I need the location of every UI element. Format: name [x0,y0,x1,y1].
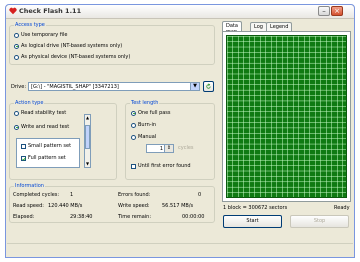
radio-temp-file[interactable]: Use temporary file [14,32,67,38]
scroll-up-icon[interactable]: ▲ [85,115,90,121]
info-label: Time remain: [118,214,152,220]
pattern-small[interactable]: Small pattern set [21,143,71,149]
pattern-label: Full pattern set [28,155,66,161]
action-type-group: Action type Read stability test Write an… [9,100,117,180]
tab-log[interactable]: Log [250,22,267,31]
radio-indicator[interactable] [131,110,136,116]
access-type-group: Access type Use temporary file As logica… [9,22,215,65]
action-type-legend: Action type [14,100,45,106]
refresh-button[interactable] [203,81,214,92]
radio-label: Use temporary file [21,32,68,38]
radio-logical-drive[interactable]: As logical drive (NT-based systems only) [14,43,122,49]
window-title: Check Flash 1.11 [19,7,82,15]
info-label: Completed cycles: [13,192,60,198]
info-label: Errors found: [118,192,151,198]
drive-select[interactable]: [G:\] - "MAGISTIL_SHAP" [3347213] ▼ [28,82,200,91]
radio-read-stability[interactable]: Read stability test [14,110,66,116]
checkbox-label: Until first error found [138,163,191,169]
access-type-legend: Access type [14,22,46,28]
pattern-full[interactable]: Full pattern set [21,155,66,161]
checkbox-until-error[interactable]: Until first error found [131,163,191,169]
tab-data-map[interactable]: Data map [222,21,242,35]
radio-indicator[interactable] [14,110,19,116]
radio-write-read[interactable]: Write and read test [14,124,69,130]
chevron-down-icon[interactable]: ▼ [190,83,199,90]
test-length-group: Test length One full pass Burn-in Manual… [125,100,215,180]
radio-burn-in[interactable]: Burn-in [131,122,156,128]
checkbox-indicator[interactable] [21,155,26,161]
radio-label: Read stability test [21,110,67,116]
pattern-label: Small pattern set [28,143,72,149]
radio-label: Burn-in [138,122,157,128]
block-size-status: 1 block = 300672 sectors [223,205,288,211]
info-value: 1 [70,192,74,198]
radio-indicator[interactable] [14,43,19,49]
cycles-stepper[interactable]: 1 ⇕ [146,144,174,153]
stepper-arrows-icon[interactable]: ⇕ [164,145,173,152]
radio-indicator[interactable] [14,54,19,60]
refresh-icon [206,83,211,89]
close-button[interactable]: × [331,6,343,16]
drive-value: [G:\] - "MAGISTIL_SHAP" [3347213] [31,84,119,90]
scrollbar[interactable]: ▲ ▼ [84,114,91,168]
cycles-unit-label: cycles [178,145,194,151]
drive-label: Drive: [11,84,27,90]
scroll-down-icon[interactable]: ▼ [85,161,90,167]
checkbox-indicator[interactable] [131,163,136,169]
stop-button[interactable]: Stop [290,215,349,228]
data-map-grid [226,35,347,198]
radio-label: As physical device (NT-based systems onl… [21,54,131,60]
radio-full-pass[interactable]: One full pass [131,110,171,116]
radio-indicator[interactable] [14,124,19,130]
radio-physical-device[interactable]: As physical device (NT-based systems onl… [14,54,130,60]
checkbox-indicator[interactable] [21,143,26,149]
pattern-list[interactable]: Small pattern set Full pattern set [16,138,80,168]
radio-label: One full pass [138,110,171,116]
information-group: Information Completed cycles: 1 Errors f… [9,183,215,223]
title-bar: Check Flash 1.11 – × [6,5,354,19]
radio-manual[interactable]: Manual [131,134,156,140]
info-label: Read speed: [13,203,44,209]
minimize-button[interactable]: – [318,6,330,16]
data-map-panel [222,31,351,202]
start-button[interactable]: Start [223,215,282,228]
tab-legend[interactable]: Legend [266,22,293,31]
info-value: 120.440 MB/s [48,203,83,209]
radio-label: As logical drive (NT-based systems only) [21,43,123,49]
test-length-legend: Test length [130,100,160,106]
check-icon [22,157,26,161]
info-value: 29:38:40 [70,214,93,220]
info-value: 00:00:00 [182,214,205,220]
status-bar [7,243,353,258]
radio-indicator[interactable] [131,134,136,140]
info-label: Write speed: [118,203,150,209]
main-window: Check Flash 1.11 – × Access type Use tem… [5,4,355,258]
scroll-thumb[interactable] [85,125,90,149]
cycles-value: 1 [159,146,163,152]
radio-label: Manual [138,134,157,140]
radio-label: Write and read test [21,124,70,130]
info-value: 0 [198,192,202,198]
radio-indicator[interactable] [14,32,19,38]
information-legend: Information [14,183,45,189]
ready-status: Ready [334,205,350,211]
info-value: 56.517 MB/s [162,203,194,209]
info-label: Elapsed: [13,214,35,220]
radio-indicator[interactable] [131,122,136,128]
app-heart-icon [9,7,17,15]
